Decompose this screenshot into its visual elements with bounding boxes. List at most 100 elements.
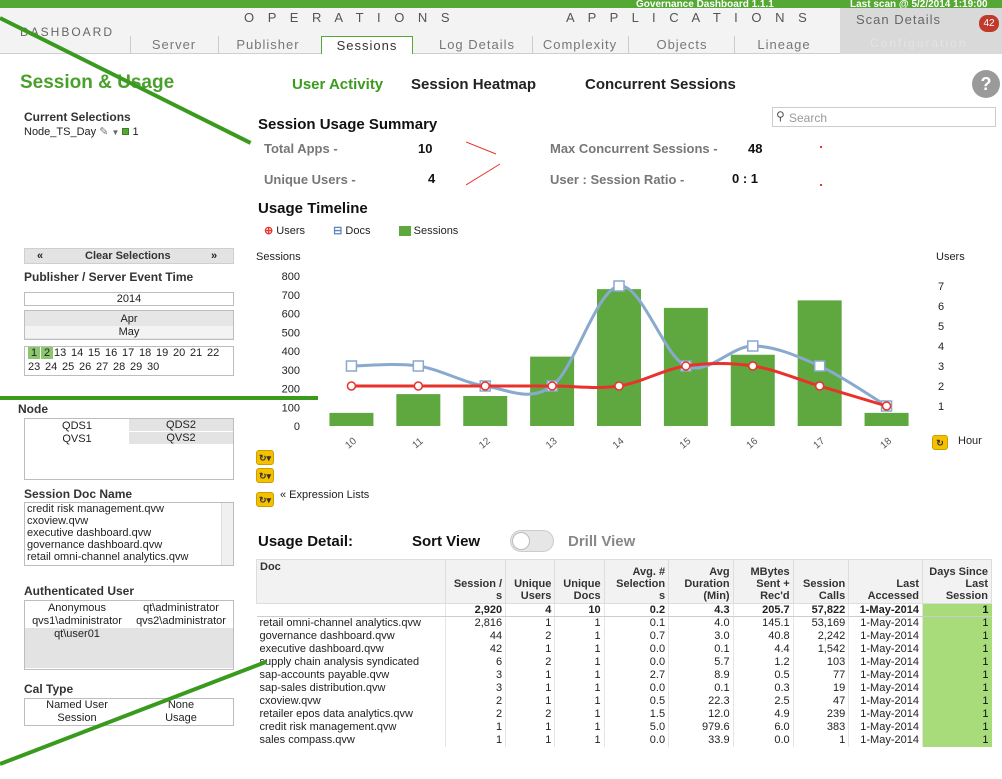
- chart-options-icon[interactable]: ↻▾: [256, 450, 274, 465]
- column-header[interactable]: Unique Docs: [554, 559, 605, 604]
- chart-options-icon-2[interactable]: ↻▾: [256, 468, 274, 483]
- user-qvs2-administrator[interactable]: qvs2\administrator: [129, 615, 233, 627]
- doc-governance[interactable]: governance dashboard.qvw: [25, 539, 233, 551]
- table-row[interactable]: retail omni-channel analytics.qvw 2,816 1 1…: [256, 616, 992, 630]
- day-29[interactable]: 29: [130, 361, 142, 373]
- table-row[interactable]: governance dashboard.qvw 44 2 1 0.7 3.0 40.8 2,…: [256, 629, 992, 643]
- cal-usage[interactable]: Usage: [129, 712, 233, 724]
- year-2014[interactable]: 2014: [25, 293, 233, 305]
- column-header[interactable]: Session Calls: [792, 559, 850, 604]
- day-13[interactable]: 13: [54, 347, 66, 359]
- doc-executive[interactable]: executive dashboard.qvw: [25, 527, 233, 539]
- user-anonymous[interactable]: Anonymous: [25, 602, 129, 614]
- node-listbox[interactable]: QDS1 QDS2 QVS1 QVS2: [24, 418, 234, 480]
- table-row[interactable]: cxoview.qvw 2 1 1 0.5 22.3 2.5 47 1-May-2014 1: [256, 694, 992, 708]
- table-row[interactable]: credit risk management.qvw 1 1 1 5.0 979.6 6.0…: [256, 720, 992, 734]
- table-row[interactable]: executive dashboard.qvw 42 1 1 0.0 0.1 4.4 1,54…: [256, 642, 992, 656]
- day-15[interactable]: 15: [88, 347, 100, 359]
- drill-view-label[interactable]: Drill View: [568, 533, 635, 550]
- day-1[interactable]: 1: [28, 347, 41, 359]
- selection-row[interactable]: Node_TS_Day ✎ ▼ 1: [24, 125, 139, 138]
- docname-scrollbar[interactable]: [221, 503, 233, 565]
- tab-session-heatmap[interactable]: Session Heatmap: [411, 76, 536, 93]
- table-cell: 1-May-2014: [848, 733, 923, 747]
- day-26[interactable]: 26: [79, 361, 91, 373]
- doc-credit-risk[interactable]: credit risk management.qvw: [25, 503, 233, 515]
- expression-lists-label[interactable]: « Expression Lists: [280, 489, 369, 501]
- auth-user-listbox[interactable]: Anonymous qt\administrator qvs1\administ…: [24, 600, 234, 670]
- scan-details-button[interactable]: Scan Details 42 Configuration: [840, 8, 1002, 54]
- table-cell: governance dashboard.qvw: [256, 629, 447, 643]
- column-header[interactable]: MBytes Sent + Rec'd: [732, 559, 794, 604]
- day-22[interactable]: 22: [207, 347, 219, 359]
- tab-publisher[interactable]: Publisher: [222, 36, 314, 54]
- table-row[interactable]: sales compass.qvw 1 1 1 0.0 33.9 0.0 1 1-May-201…: [256, 733, 992, 747]
- month-apr[interactable]: Apr: [25, 313, 233, 325]
- tab-log-details[interactable]: Log Details: [424, 36, 530, 54]
- node-qvs1[interactable]: QVS1: [25, 433, 129, 445]
- column-header[interactable]: Last Accessed: [848, 559, 923, 604]
- day-27[interactable]: 27: [96, 361, 108, 373]
- back-arrow-icon[interactable]: «: [37, 250, 43, 262]
- forward-arrow-icon[interactable]: »: [211, 250, 217, 262]
- configuration-label[interactable]: Configuration: [870, 36, 967, 50]
- node-qds2[interactable]: QDS2: [129, 419, 233, 431]
- day-28[interactable]: 28: [113, 361, 125, 373]
- help-icon[interactable]: ?: [972, 70, 1000, 98]
- user-qt-administrator[interactable]: qt\administrator: [129, 602, 233, 614]
- column-header[interactable]: Session / s: [445, 559, 507, 604]
- sort-view-label[interactable]: Sort View: [412, 533, 480, 550]
- column-header[interactable]: Days Since Last Session: [921, 559, 993, 604]
- user-qt-user01[interactable]: qt\user01: [25, 628, 129, 668]
- day-20[interactable]: 20: [173, 347, 185, 359]
- day-23[interactable]: 23: [28, 361, 40, 373]
- table-cell: 1: [554, 707, 605, 721]
- cal-named-user[interactable]: Named User: [25, 699, 129, 711]
- tab-complexity[interactable]: Complexity: [534, 36, 626, 54]
- tab-lineage[interactable]: Lineage: [736, 36, 832, 54]
- column-header[interactable]: Avg Duration (Min): [668, 559, 734, 604]
- tab-user-activity[interactable]: User Activity: [292, 76, 383, 93]
- day-25[interactable]: 25: [62, 361, 74, 373]
- day-16[interactable]: 16: [105, 347, 117, 359]
- docname-listbox[interactable]: credit risk management.qvw cxoview.qvw e…: [24, 502, 234, 566]
- table-row[interactable]: 2,920 4 10 0.2 4.3 205.7 57,822 1-May-2014 1: [256, 603, 992, 617]
- table-row[interactable]: sap-sales distribution.qvw 3 1 1 0.0 0.1 0.3 19…: [256, 681, 992, 695]
- column-header[interactable]: Avg. # Selection s: [603, 559, 670, 604]
- search-input[interactable]: ⚲ Search: [772, 107, 996, 127]
- edit-pencil-icon[interactable]: ✎: [99, 126, 108, 138]
- table-row[interactable]: supply chain analysis syndicated 6 2 1 0.0 5.…: [256, 655, 992, 669]
- tab-sessions[interactable]: Sessions: [321, 36, 413, 54]
- doc-cxoview[interactable]: cxoview.qvw: [25, 515, 233, 527]
- table-row[interactable]: retailer epos data analytics.qvw 2 2 1 1.5 12…: [256, 707, 992, 721]
- table-cell: 1: [554, 694, 605, 708]
- day-19[interactable]: 19: [156, 347, 168, 359]
- day-14[interactable]: 14: [71, 347, 83, 359]
- clear-selections-button[interactable]: Clear Selections: [85, 250, 171, 262]
- tab-objects[interactable]: Objects: [632, 36, 732, 54]
- doc-retail-omni[interactable]: retail omni-channel analytics.qvw: [25, 551, 233, 563]
- table-row[interactable]: sap-accounts payable.qvw 3 1 1 2.7 8.9 0.5 77 1-…: [256, 668, 992, 682]
- day-17[interactable]: 17: [122, 347, 134, 359]
- table-cell: 1,542: [793, 642, 850, 656]
- day-2[interactable]: 2: [41, 347, 54, 359]
- day-24[interactable]: 24: [45, 361, 57, 373]
- hour-axis-icon[interactable]: ↻: [932, 435, 948, 450]
- tab-server[interactable]: Server: [134, 36, 214, 54]
- year-listbox[interactable]: 2014: [24, 292, 234, 306]
- day-21[interactable]: 21: [190, 347, 202, 359]
- expression-lists-icon[interactable]: ↻▾: [256, 492, 274, 507]
- month-may[interactable]: May: [25, 326, 233, 338]
- user-qvs1-administrator[interactable]: qvs1\administrator: [25, 615, 129, 627]
- column-header[interactable]: Doc: [255, 559, 447, 604]
- day-18[interactable]: 18: [139, 347, 151, 359]
- column-header[interactable]: Unique Users: [505, 559, 556, 604]
- day-30[interactable]: 30: [147, 361, 159, 373]
- node-qds1[interactable]: QDS1: [25, 420, 129, 432]
- month-listbox[interactable]: Apr May: [24, 310, 234, 340]
- tab-concurrent-sessions[interactable]: Concurrent Sessions: [585, 76, 736, 93]
- view-toggle[interactable]: [510, 530, 554, 552]
- day-listbox[interactable]: 1 2 13 14 15 16 17 18 19 20 21 22 23 24 25 26 27 28 29 30: [24, 346, 234, 376]
- node-qvs2[interactable]: QVS2: [129, 432, 233, 444]
- dropdown-icon[interactable]: ▼: [112, 128, 120, 137]
